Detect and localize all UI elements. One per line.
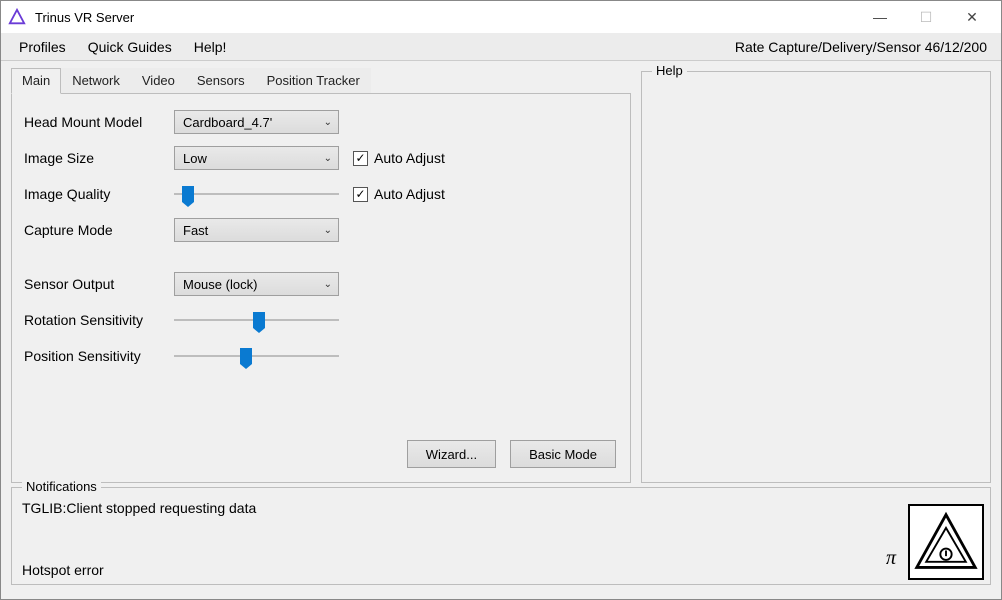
combo-sensor-output[interactable]: Mouse (lock) ⌄ [174, 272, 339, 296]
label-image-size: Image Size [24, 150, 174, 166]
tab-position-tracker[interactable]: Position Tracker [256, 68, 371, 94]
app-icon [7, 7, 27, 27]
label-image-size-autoadjust: Auto Adjust [374, 150, 445, 166]
combo-capture-mode-value: Fast [183, 223, 208, 238]
row-capture-mode: Capture Mode Fast ⌄ [24, 214, 616, 246]
combo-head-mount-model[interactable]: Cardboard_4.7' ⌄ [174, 110, 339, 134]
combo-head-mount-model-value: Cardboard_4.7' [183, 115, 272, 130]
trinus-logo-icon[interactable] [908, 504, 984, 580]
checkbox-image-quality-autoadjust[interactable]: ✓ [353, 187, 368, 202]
right-panel: Help [641, 67, 991, 481]
help-groupbox: Help [641, 71, 991, 483]
label-rotation-sensitivity: Rotation Sensitivity [24, 312, 174, 328]
row-head-mount-model: Head Mount Model Cardboard_4.7' ⌄ [24, 106, 616, 138]
close-button[interactable]: ✕ [949, 2, 995, 32]
tab-network[interactable]: Network [61, 68, 131, 94]
combo-image-size-value: Low [183, 151, 207, 166]
label-image-quality-autoadjust: Auto Adjust [374, 186, 445, 202]
checkbox-image-size-autoadjust[interactable]: ✓ [353, 151, 368, 166]
tab-strip: Main Network Video Sensors Position Trac… [11, 67, 631, 93]
combo-image-size[interactable]: Low ⌄ [174, 146, 339, 170]
chevron-down-icon: ⌄ [324, 279, 332, 290]
left-panel: Main Network Video Sensors Position Trac… [11, 67, 631, 481]
chevron-down-icon: ⌄ [324, 225, 332, 236]
notification-line-2: Hotspot error [22, 562, 980, 578]
tab-video[interactable]: Video [131, 68, 186, 94]
main-tab-panel: Head Mount Model Cardboard_4.7' ⌄ Image … [11, 93, 631, 483]
label-head-mount-model: Head Mount Model [24, 114, 174, 130]
chevron-down-icon: ⌄ [324, 153, 332, 164]
tab-main[interactable]: Main [11, 68, 61, 94]
chevron-down-icon: ⌄ [324, 117, 332, 128]
button-row: Wizard... Basic Mode [407, 440, 616, 468]
menu-bar: Profiles Quick Guides Help! Rate Capture… [1, 33, 1001, 61]
maximize-button[interactable]: ☐ [903, 2, 949, 32]
row-position-sensitivity: Position Sensitivity [24, 340, 616, 372]
window-controls: — ☐ ✕ [857, 2, 995, 32]
combo-capture-mode[interactable]: Fast ⌄ [174, 218, 339, 242]
minimize-button[interactable]: — [857, 2, 903, 32]
tab-sensors[interactable]: Sensors [186, 68, 256, 94]
label-sensor-output: Sensor Output [24, 276, 174, 292]
label-capture-mode: Capture Mode [24, 222, 174, 238]
slider-rotation-sensitivity[interactable] [174, 310, 339, 330]
row-image-size: Image Size Low ⌄ ✓ Auto Adjust [24, 142, 616, 174]
help-legend: Help [652, 63, 687, 78]
basic-mode-button[interactable]: Basic Mode [510, 440, 616, 468]
rate-status: Rate Capture/Delivery/Sensor 46/12/200 [735, 39, 991, 55]
menu-profiles[interactable]: Profiles [11, 35, 80, 59]
content-area: Main Network Video Sensors Position Trac… [1, 61, 1001, 481]
notifications-groupbox: Notifications TGLIB:Client stopped reque… [11, 487, 991, 585]
title-bar: Trinus VR Server — ☐ ✕ [1, 1, 1001, 33]
window-title: Trinus VR Server [35, 10, 134, 25]
row-rotation-sensitivity: Rotation Sensitivity [24, 304, 616, 336]
menu-help[interactable]: Help! [186, 35, 241, 59]
slider-position-sensitivity[interactable] [174, 346, 339, 366]
combo-sensor-output-value: Mouse (lock) [183, 277, 257, 292]
menu-quick-guides[interactable]: Quick Guides [80, 35, 186, 59]
label-image-quality: Image Quality [24, 186, 174, 202]
image-size-autoadjust: ✓ Auto Adjust [353, 150, 445, 166]
row-sensor-output: Sensor Output Mouse (lock) ⌄ [24, 268, 616, 300]
wizard-button[interactable]: Wizard... [407, 440, 496, 468]
row-image-quality: Image Quality ✓ Auto Adjust [24, 178, 616, 210]
slider-image-quality[interactable] [174, 184, 339, 204]
label-position-sensitivity: Position Sensitivity [24, 348, 174, 364]
pi-icon[interactable]: π [886, 547, 896, 570]
notification-line-1: TGLIB:Client stopped requesting data [22, 500, 980, 516]
notifications-legend: Notifications [22, 479, 101, 494]
image-quality-autoadjust: ✓ Auto Adjust [353, 186, 445, 202]
